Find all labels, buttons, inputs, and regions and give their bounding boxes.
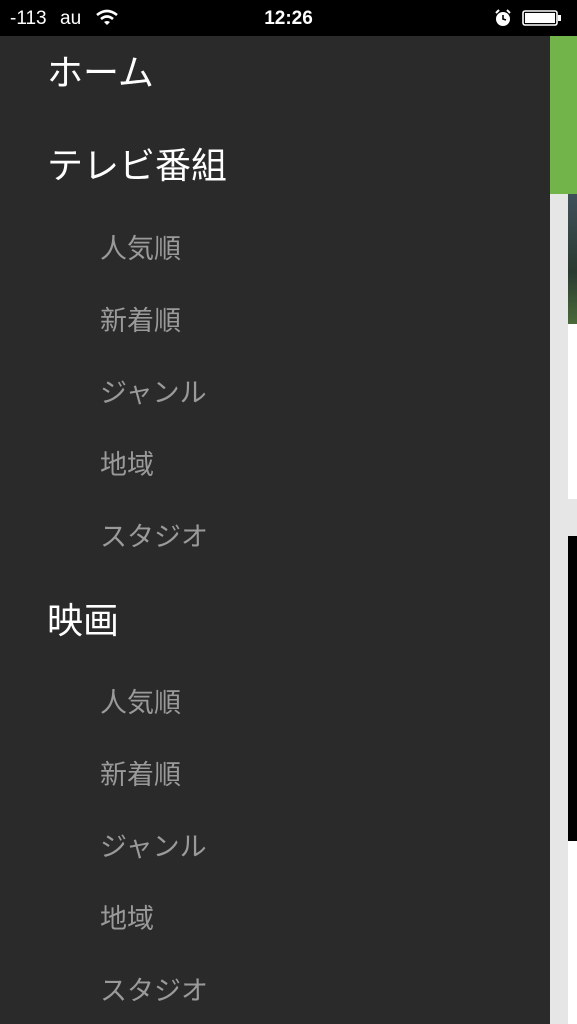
app-screen: -113 au 12:26 ホーム テレビ番組 人気順 新着順 ジャンル 地域 … [0,0,577,1024]
menu-tv-genre[interactable]: ジャンル [100,376,207,412]
header-bar [550,36,577,194]
menu-movies[interactable]: 映画 [47,600,119,644]
menu-movies-region[interactable]: 地域 [100,902,154,938]
main-content-peek[interactable] [550,36,577,1024]
menu-tv-new[interactable]: 新着順 [100,304,181,340]
clock: 12:26 [264,8,313,29]
menu-home[interactable]: ホーム [47,52,154,96]
content-thumbnail [568,194,577,324]
menu-movies-studio[interactable]: スタジオ [100,974,208,1010]
menu-movies-genre[interactable]: ジャンル [100,830,207,866]
alarm-icon [493,8,513,28]
battery-icon [522,10,562,26]
menu-tv-popular[interactable]: 人気順 [100,232,181,268]
menu-movies-popular[interactable]: 人気順 [100,686,181,722]
menu-tv[interactable]: テレビ番組 [47,145,227,189]
status-bar: -113 au 12:26 [0,0,577,36]
menu-movies-new[interactable]: 新着順 [100,758,181,794]
menu-tv-region[interactable]: 地域 [100,448,154,484]
navigation-drawer: ホーム テレビ番組 人気順 新着順 ジャンル 地域 スタジオ 映画 人気順 新着… [0,36,550,1024]
content-thumbnail-dark [568,536,577,841]
menu-tv-studio[interactable]: スタジオ [100,520,208,556]
content-card-lower [568,841,577,1024]
content-card [568,324,577,499]
